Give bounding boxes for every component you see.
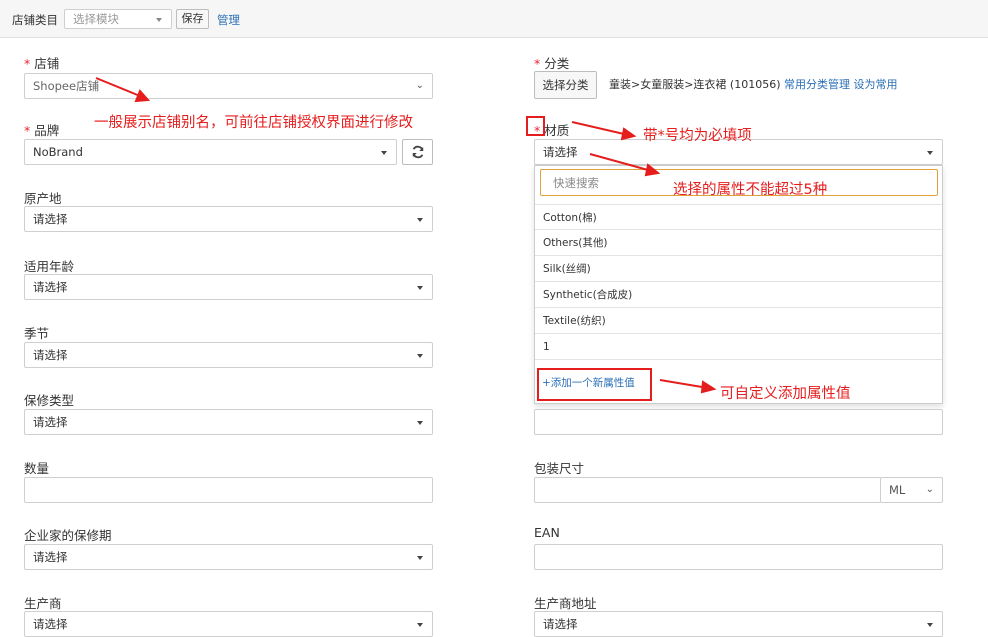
arrow-head (644, 163, 661, 177)
arrow-head (134, 89, 151, 103)
arrow-to-shop (95, 77, 141, 97)
annotation-arrows (95, 77, 717, 394)
arrow-to-required (571, 121, 625, 135)
arrow-head (620, 127, 637, 141)
arrow-head (700, 380, 717, 394)
arrow-to-material (589, 153, 649, 171)
arrow-to-add-value (659, 379, 703, 388)
